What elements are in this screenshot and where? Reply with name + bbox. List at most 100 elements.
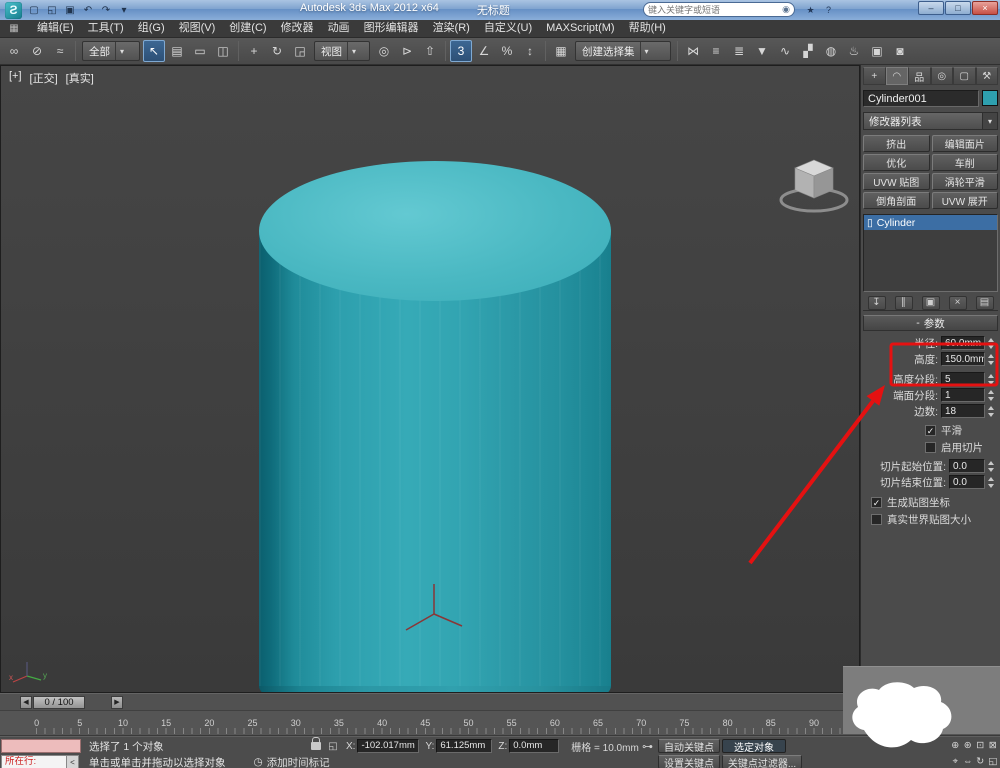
favorites-star-icon[interactable]: ★ [803,3,818,18]
selection-filter-dropdown[interactable]: 全部 ▾ [82,41,140,61]
application-menu-button[interactable]: Ƨ [5,2,22,19]
optimize-button[interactable]: 优化 [863,154,930,171]
menu-rendering[interactable]: 渲染(R) [426,20,477,37]
key-filters-button[interactable]: 关键点过滤器... [722,755,802,768]
smooth-checkbox[interactable]: ✓ [925,425,936,436]
slice-from-spinner[interactable] [986,459,996,474]
viewcube[interactable] [777,154,851,216]
slice-to-field[interactable]: 0.0 [949,475,985,489]
menu-create[interactable]: 创建(C) [222,20,273,37]
display-tab-icon[interactable]: ▢ [953,67,976,85]
slice-on-checkbox[interactable] [925,442,936,453]
select-and-link-icon[interactable]: ∞ [3,40,25,62]
select-and-move-icon[interactable]: + [243,40,265,62]
sides-spinner[interactable] [986,404,996,419]
selection-set-dropdown[interactable]: 选定对象 [722,739,786,753]
viewport-menu-shading[interactable]: [真实] [66,70,94,86]
real-world-map-size-checkbox[interactable] [871,514,882,525]
workspace-switcher-icon[interactable]: ▦ [4,22,24,36]
select-object-icon[interactable]: ↖ [143,40,165,62]
configure-modifier-sets-icon[interactable]: ▤ [976,296,994,310]
uvw-map-button[interactable]: UVW 贴图 [863,173,930,190]
menu-views[interactable]: 视图(V) [172,20,223,37]
pin-stack-icon[interactable]: ↧ [868,296,886,310]
sides-field[interactable]: 18 [941,404,985,418]
render-production-icon[interactable]: ◙ [889,40,911,62]
save-file-button[interactable]: ▣ [62,3,78,18]
height-spinner[interactable] [986,352,996,367]
menu-animation[interactable]: 动画 [321,20,357,37]
remove-modifier-icon[interactable]: × [949,296,967,310]
z-coordinate-field[interactable]: 0.0mm [509,739,559,753]
schematic-view-icon[interactable]: ▞ [797,40,819,62]
layer-manager-icon[interactable]: ≣ [728,40,750,62]
generate-mapping-coords-checkbox[interactable]: ✓ [871,497,882,508]
named-selection-sets-dropdown[interactable]: 创建选择集 ▾ [575,41,671,61]
curve-editor-icon[interactable]: ∿ [774,40,796,62]
unwrap-uvw-button[interactable]: UVW 展开 [932,192,999,209]
modifier-list-dropdown[interactable]: 修改器列表 ▾ [863,112,998,130]
edit-named-selection-sets-icon[interactable]: ▦ [550,40,572,62]
hierarchy-tab-icon[interactable]: 品 [908,67,931,85]
object-color-swatch[interactable] [982,90,998,106]
close-button[interactable]: × [972,1,998,15]
maxscript-mini-listener[interactable]: 所在行: [1,755,67,768]
maximize-button[interactable]: □ [945,1,971,15]
percent-snap-icon[interactable]: % [496,40,518,62]
mirror-icon[interactable]: ⋈ [682,40,704,62]
render-setup-icon[interactable]: ♨ [843,40,865,62]
rectangular-selection-region-icon[interactable]: ▭ [189,40,211,62]
snaps-toggle-icon[interactable]: 3 [450,40,472,62]
select-and-rotate-icon[interactable]: ↻ [266,40,288,62]
absolute-mode-icon[interactable]: ◱ [326,739,340,753]
maxscript-mini-listener-macro[interactable] [1,739,81,753]
create-tab-icon[interactable]: + [863,67,886,85]
search-input[interactable] [648,5,782,15]
menu-modifiers[interactable]: 修改器 [274,20,321,37]
pan-icon[interactable]: ⇔ [962,753,975,768]
angle-snap-icon[interactable]: ∠ [473,40,495,62]
motion-tab-icon[interactable]: ◎ [931,67,954,85]
height-segments-field[interactable]: 5 [941,372,985,386]
next-frame-button[interactable]: ▶ [111,696,123,709]
y-coordinate-field[interactable]: 61.125mm [436,739,492,753]
make-unique-icon[interactable]: ▣ [922,296,940,310]
object-name-field[interactable]: Cylinder001 [863,90,979,107]
radius-spinner[interactable] [986,336,996,351]
search-box[interactable]: ◉ [643,2,795,17]
spinner-snap-icon[interactable]: ↕ [519,40,541,62]
menu-graph-editors[interactable]: 图形编辑器 [357,20,426,37]
help-icon[interactable]: ? [821,3,836,18]
project-folder-button[interactable]: ▾ [116,3,132,18]
set-key-button[interactable]: 设置关键点 [658,755,720,768]
undo-button[interactable]: ↶ [80,3,96,18]
orbit-icon[interactable]: ↻ [974,753,987,768]
maximize-viewport-toggle-icon[interactable]: ◱ [987,753,1000,768]
cap-segments-field[interactable]: 1 [941,388,985,402]
new-scene-button[interactable]: ▢ [26,3,42,18]
zoom-extents-icon[interactable]: ⊡ [974,737,987,753]
lathe-button[interactable]: 车削 [932,154,999,171]
add-time-tag-button[interactable]: ◷ 添加时间标记 [254,755,330,768]
minimize-button[interactable]: – [918,1,944,15]
auto-key-button[interactable]: 自动关键点 [658,739,720,753]
viewport-menu-pov[interactable]: [正交] [30,70,58,86]
menu-group[interactable]: 组(G) [131,20,172,37]
viewport-menu-general[interactable]: [+] [9,70,22,86]
menu-tools[interactable]: 工具(T) [81,20,131,37]
height-field[interactable]: 150.0mm [941,352,985,366]
cylinder-top-cap[interactable] [259,161,611,301]
previous-frame-button[interactable]: ◀ [20,696,32,709]
height-segments-spinner[interactable] [986,372,996,387]
parameters-rollout-header[interactable]: - 参数 [863,315,998,331]
menu-edit[interactable]: 编辑(E) [30,20,81,37]
material-editor-icon[interactable]: ◍ [820,40,842,62]
select-and-manipulate-icon[interactable]: ⊳ [396,40,418,62]
viewport[interactable]: [+] [正交] [真实] x y [0,65,860,693]
use-pivot-point-center-icon[interactable]: ◎ [373,40,395,62]
listener-scroll-button[interactable]: < [67,755,79,768]
x-coordinate-field[interactable]: -102.017mm [357,739,419,753]
modify-tab-icon[interactable]: ◠ [886,67,909,85]
menu-customize[interactable]: 自定义(U) [477,20,539,37]
selection-lock-icon[interactable] [311,742,321,750]
